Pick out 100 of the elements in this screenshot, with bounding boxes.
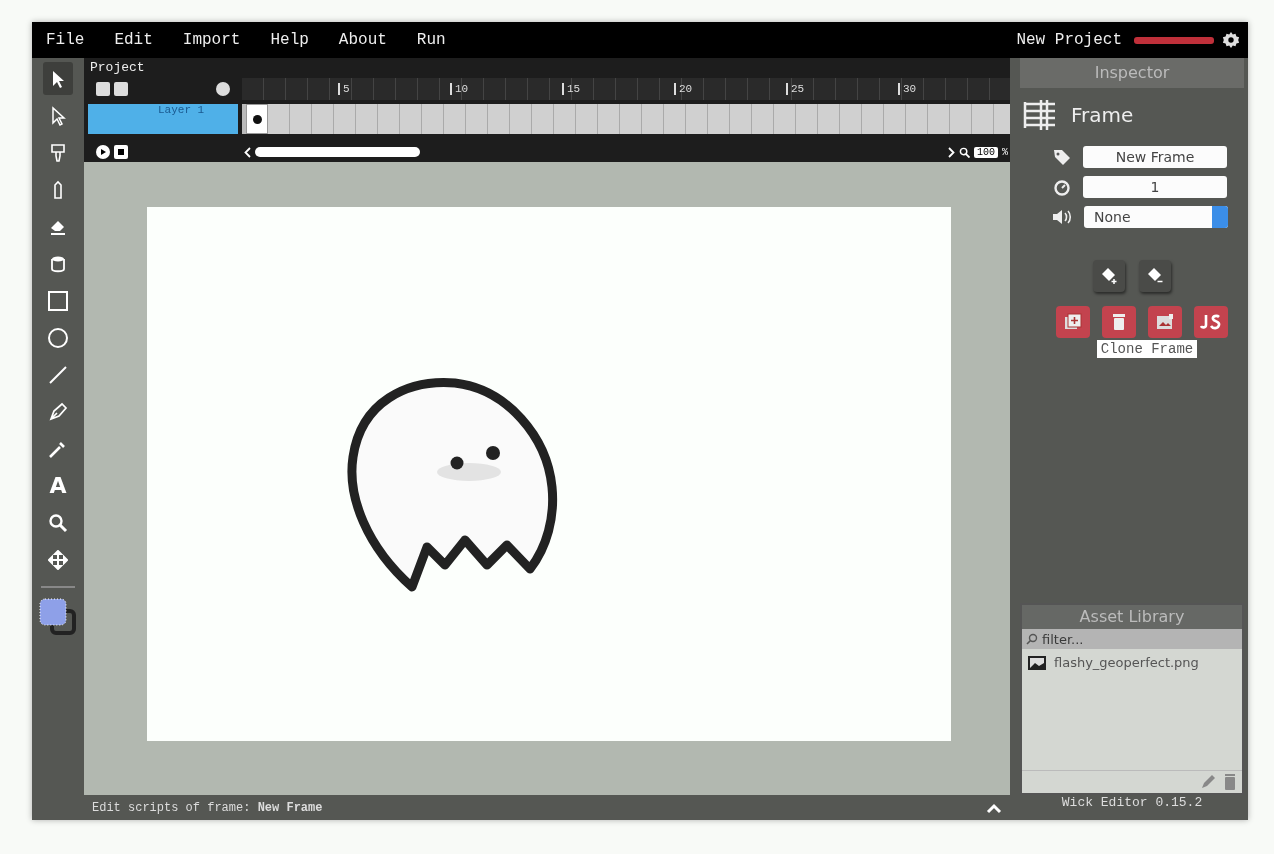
frame-cell[interactable]	[840, 104, 862, 134]
frame-cell[interactable]	[620, 104, 642, 134]
diamond-plus-icon	[1100, 267, 1118, 285]
delete-frame-button[interactable]	[1102, 306, 1136, 338]
frame-cell[interactable]	[444, 104, 466, 134]
trash-icon	[1112, 313, 1126, 331]
frame-cell[interactable]	[488, 104, 510, 134]
move-icon	[48, 549, 68, 570]
pen-icon	[48, 401, 68, 422]
pencil-icon[interactable]	[1200, 774, 1216, 790]
frame-image-button[interactable]	[1148, 306, 1182, 338]
frame-cell[interactable]	[378, 104, 400, 134]
search-icon	[48, 512, 68, 533]
frame-cell[interactable]	[730, 104, 752, 134]
frame-cell[interactable]	[774, 104, 796, 134]
speaker-icon	[1052, 209, 1072, 225]
frame-cell[interactable]	[400, 104, 422, 134]
trash-icon[interactable]	[1224, 774, 1236, 790]
menu-item[interactable]: Import	[182, 31, 241, 49]
add-keyframe-button[interactable]	[1093, 260, 1125, 292]
frame-cell[interactable]	[290, 104, 312, 134]
copy-icon	[1064, 313, 1082, 331]
frame-cell[interactable]	[906, 104, 928, 134]
rectangle-icon	[48, 290, 68, 311]
remove-keyframe-button[interactable]	[1139, 260, 1171, 292]
asset-item[interactable]: flashy_geoperfect.png	[1054, 655, 1199, 670]
ruler-tick: 20	[674, 83, 786, 95]
menu-item[interactable]: Help	[270, 31, 309, 49]
inspector-heading: Frame	[1071, 103, 1134, 127]
timeline-scrollbar[interactable]	[255, 147, 421, 157]
frame-icon	[1023, 100, 1057, 130]
frame-cell[interactable]	[950, 104, 972, 134]
stop-icon[interactable]	[114, 145, 128, 159]
delete-layer-button[interactable]	[114, 82, 128, 96]
frame-cell[interactable]	[664, 104, 686, 134]
clone-frame-button[interactable]	[1056, 306, 1090, 338]
js-icon	[1200, 314, 1222, 330]
frame-cell[interactable]	[554, 104, 576, 134]
zoom-unit: %	[1002, 146, 1008, 158]
menu-item[interactable]: Run	[416, 31, 446, 49]
frame-cell[interactable]	[994, 104, 1010, 134]
timeline-title: Project	[89, 59, 146, 77]
keyframe[interactable]	[246, 104, 268, 134]
asset-library-title: Asset Library	[1022, 605, 1242, 629]
frame-cell[interactable]	[598, 104, 620, 134]
line-icon	[48, 364, 68, 385]
tooltip: Clone Frame	[1096, 340, 1198, 358]
image-icon	[1156, 313, 1174, 331]
color-swatches-icon[interactable]	[39, 598, 77, 636]
version-label: Wick Editor 0.15.2	[1060, 795, 1204, 812]
chevron-up-icon[interactable]	[986, 801, 1002, 814]
image-icon	[1028, 655, 1046, 670]
menu-item[interactable]: File	[46, 31, 85, 49]
sound-select[interactable]: None	[1084, 206, 1228, 228]
frame-name-field[interactable]: New Frame	[1083, 146, 1227, 168]
brush-icon	[48, 142, 68, 163]
script-button[interactable]	[1194, 306, 1228, 338]
project-title: New Project	[1016, 31, 1122, 49]
add-layer-button[interactable]	[96, 82, 110, 96]
frame-cell[interactable]	[752, 104, 774, 134]
frame-cell[interactable]	[422, 104, 444, 134]
frame-cell[interactable]	[796, 104, 818, 134]
chevron-right-icon[interactable]	[947, 146, 955, 158]
filter-field[interactable]: filter...	[1022, 629, 1242, 649]
zoom-field[interactable]: 100	[973, 146, 998, 158]
tool-button[interactable]	[43, 62, 73, 95]
frame-cell[interactable]	[576, 104, 598, 134]
tag-icon	[1053, 148, 1071, 166]
ruler-tick: 5	[338, 83, 450, 95]
menu-item[interactable]: Edit	[114, 31, 153, 49]
ruler-tick: 25	[786, 83, 898, 95]
frame-cell[interactable]	[862, 104, 884, 134]
onion-skin-button[interactable]	[216, 82, 230, 96]
frame-cell[interactable]	[642, 104, 664, 134]
frame-cell[interactable]	[356, 104, 378, 134]
play-icon[interactable]	[96, 145, 110, 159]
chevron-left-icon[interactable]	[244, 146, 251, 158]
menu-item[interactable]: About	[338, 31, 387, 49]
frame-cell[interactable]	[884, 104, 906, 134]
frame-cell[interactable]	[312, 104, 334, 134]
duration-field[interactable]: 1	[1083, 176, 1227, 198]
frame-cell[interactable]	[510, 104, 532, 134]
frame-cell[interactable]	[708, 104, 730, 134]
zoom-icon	[958, 146, 970, 158]
search-icon	[1026, 633, 1038, 645]
frame-cell[interactable]	[268, 104, 290, 134]
frame-cell[interactable]	[686, 104, 708, 134]
ruler-tick: 10	[450, 83, 562, 95]
ruler-tick: 15	[562, 83, 674, 95]
text-tool[interactable]: A	[43, 469, 73, 502]
frame-cell[interactable]	[334, 104, 356, 134]
frame-cell[interactable]	[972, 104, 994, 134]
frame-cell[interactable]	[928, 104, 950, 134]
ruler-tick: 30	[898, 83, 1010, 95]
frame-cell[interactable]	[818, 104, 840, 134]
timer-icon	[1053, 178, 1071, 196]
frame-cell[interactable]	[466, 104, 488, 134]
settings-icon[interactable]	[1222, 31, 1240, 49]
frame-cell[interactable]	[532, 104, 554, 134]
inspector-title: Inspector	[1020, 58, 1244, 88]
